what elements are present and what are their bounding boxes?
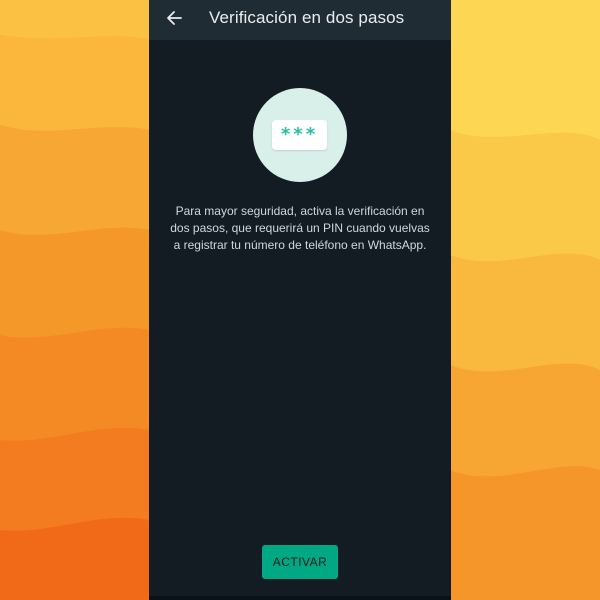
page-title: Verificación en dos pasos bbox=[209, 8, 405, 27]
app-bar: Verificación en dos pasos bbox=[149, 0, 451, 40]
pin-mask-text: *** bbox=[280, 124, 319, 145]
activate-button[interactable]: ACTIVAR bbox=[262, 545, 338, 579]
phone-screen: Verificación en dos pasos *** Para mayor… bbox=[149, 0, 451, 600]
bottom-nav-strip bbox=[149, 596, 451, 600]
arrow-left-icon[interactable] bbox=[159, 4, 191, 32]
pin-card-icon: *** bbox=[272, 120, 327, 150]
description-text: Para mayor seguridad, activa la verifica… bbox=[170, 204, 430, 252]
